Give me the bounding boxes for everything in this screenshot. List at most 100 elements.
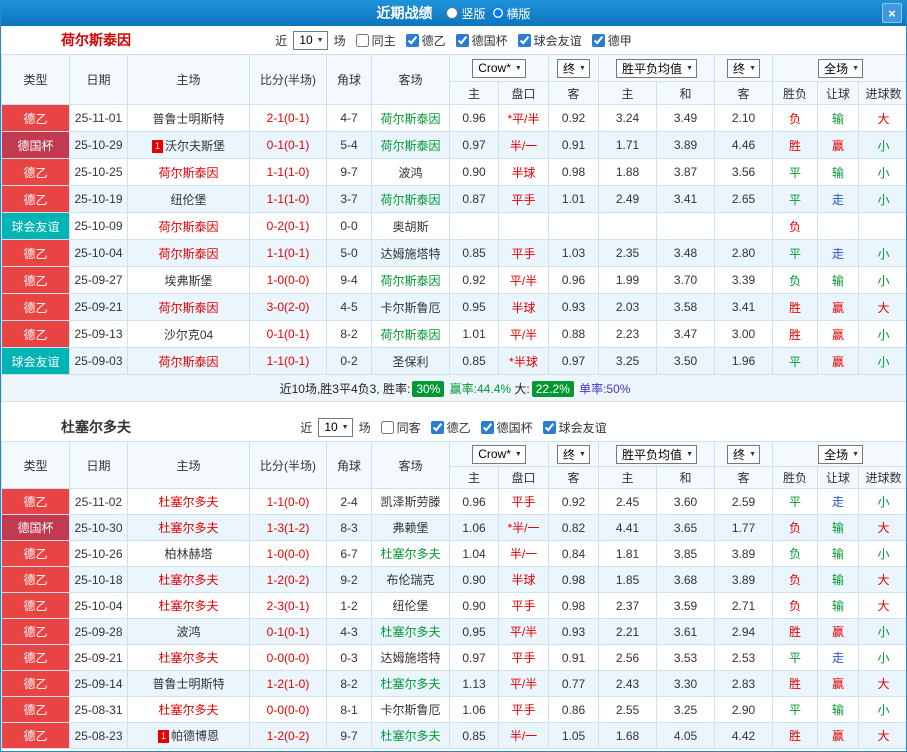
match-row[interactable]: 德乙 25-10-26 柏林赫塔 1-0(0-0) 6-7 杜塞尔多夫 1.04… (1, 540, 906, 567)
layout-radio-horizontal[interactable]: 横版 (491, 5, 531, 22)
away-team[interactable]: 奥胡斯 (371, 212, 450, 240)
filter-checkbox[interactable]: 德甲 (591, 32, 632, 49)
match-row[interactable]: 德乙 25-08-31 杜塞尔多夫 0-0(0-0) 8-1 卡尔斯鲁厄 1.0… (1, 696, 906, 723)
match-date: 25-10-18 (69, 566, 128, 593)
home-team[interactable]: 杜塞尔多夫 (127, 644, 250, 671)
away-team[interactable]: 圣保利 (371, 347, 450, 375)
filter-checkbox[interactable]: 球会友谊 (517, 32, 582, 49)
checkbox-input[interactable] (355, 33, 369, 47)
away-team[interactable]: 卡尔斯鲁厄 (371, 696, 450, 723)
away-team[interactable]: 达姆施塔特 (371, 644, 450, 671)
home-team[interactable]: 1 沃尔夫斯堡 (127, 131, 250, 159)
home-team[interactable]: 荷尔斯泰因 (127, 347, 250, 375)
checkbox-input[interactable] (455, 33, 469, 47)
away-team[interactable]: 荷尔斯泰因 (371, 104, 450, 132)
away-team[interactable]: 波鸿 (371, 158, 450, 186)
match-row[interactable]: 德乙 25-09-21 杜塞尔多夫 0-0(0-0) 0-3 达姆施塔特 0.9… (1, 644, 906, 671)
filter-checkbox[interactable]: 德乙 (430, 419, 471, 436)
match-row[interactable]: 德乙 25-10-04 荷尔斯泰因 1-1(0-1) 5-0 达姆施塔特 0.8… (1, 239, 906, 267)
away-team[interactable]: 杜塞尔多夫 (371, 540, 450, 567)
avg-odds-select[interactable]: 胜平负均值 ▼ (616, 58, 697, 78)
checkbox-input[interactable] (591, 33, 605, 47)
home-team[interactable]: 沙尔克04 (127, 320, 250, 348)
match-row[interactable]: 德乙 25-09-21 荷尔斯泰因 3-0(2-0) 4-5 卡尔斯鲁厄 0.9… (1, 293, 906, 321)
corner-score: 9-4 (326, 266, 372, 294)
match-row[interactable]: 球会友谊 25-09-03 荷尔斯泰因 1-1(0-1) 0-2 圣保利 0.8… (1, 347, 906, 375)
home-team[interactable]: 普鲁士明斯特 (127, 670, 250, 697)
match-count-select[interactable]: 10 ▼ (293, 30, 328, 50)
odds-away-value: 0.86 (548, 696, 600, 723)
avg-final-select[interactable]: 终 ▼ (727, 444, 760, 464)
away-team[interactable]: 纽伦堡 (371, 592, 450, 619)
away-team[interactable]: 荷尔斯泰因 (371, 266, 450, 294)
home-team[interactable]: 纽伦堡 (127, 185, 250, 213)
match-row[interactable]: 德乙 25-09-27 埃弗斯堡 1-0(0-0) 9-4 荷尔斯泰因 0.92… (1, 266, 906, 294)
match-row[interactable]: 德乙 25-11-01 普鲁士明斯特 2-1(0-1) 4-7 荷尔斯泰因 0.… (1, 104, 906, 132)
team-label: 荷尔斯泰因 (158, 165, 219, 180)
away-team[interactable]: 达姆施塔特 (371, 239, 450, 267)
filter-checkbox[interactable]: 同客 (380, 419, 421, 436)
match-row[interactable]: 德乙 25-10-19 纽伦堡 1-1(1-0) 3-7 荷尔斯泰因 0.87 … (1, 185, 906, 213)
match-row[interactable]: 德乙 25-09-13 沙尔克04 0-1(0-1) 8-2 荷尔斯泰因 1.0… (1, 320, 906, 348)
away-team[interactable]: 杜塞尔多夫 (371, 670, 450, 697)
home-team[interactable]: 杜塞尔多夫 (127, 592, 250, 619)
home-team[interactable]: 荷尔斯泰因 (127, 293, 250, 321)
avg-odds-select[interactable]: 胜平负均值 ▼ (616, 444, 697, 464)
match-row[interactable]: 球会友谊 25-10-09 荷尔斯泰因 0-2(0-1) 0-0 奥胡斯 负 (1, 212, 906, 240)
checkbox-input[interactable] (517, 33, 531, 47)
filter-checkbox[interactable]: 德国杯 (455, 32, 508, 49)
match-row[interactable]: 德乙 25-11-02 杜塞尔多夫 1-1(0-0) 2-4 凯泽斯劳滕 0.9… (1, 488, 906, 515)
away-team[interactable]: 杜塞尔多夫 (371, 722, 450, 749)
filter-checkbox[interactable]: 德乙 (405, 32, 446, 49)
checkbox-input[interactable] (380, 420, 394, 434)
odds-final-select[interactable]: 终 ▼ (557, 58, 590, 78)
home-team[interactable]: 柏林赫塔 (127, 540, 250, 567)
away-team[interactable]: 荷尔斯泰因 (371, 185, 450, 213)
away-team[interactable]: 凯泽斯劳滕 (371, 488, 450, 515)
checkbox-input[interactable] (542, 420, 556, 434)
horizontal-radio-input[interactable] (491, 7, 504, 19)
home-team[interactable]: 杜塞尔多夫 (127, 696, 250, 723)
away-team[interactable]: 布伦瑞克 (371, 566, 450, 593)
match-row[interactable]: 德国杯 25-10-29 1 沃尔夫斯堡 0-1(0-1) 5-4 荷尔斯泰因 0… (1, 131, 906, 159)
home-team[interactable]: 荷尔斯泰因 (127, 239, 250, 267)
filter-checkbox[interactable]: 同主 (355, 32, 396, 49)
home-team[interactable]: 荷尔斯泰因 (127, 212, 250, 240)
home-team[interactable]: 杜塞尔多夫 (127, 488, 250, 515)
odds-company-select[interactable]: Crow* ▼ (472, 58, 526, 78)
away-team[interactable]: 卡尔斯鲁厄 (371, 293, 450, 321)
avg-final-header: 终 ▼ (714, 441, 774, 467)
vertical-radio-input[interactable] (446, 7, 459, 19)
match-row[interactable]: 德乙 25-09-14 普鲁士明斯特 1-2(1-0) 8-2 杜塞尔多夫 1.… (1, 670, 906, 697)
match-row[interactable]: 德乙 25-10-04 杜塞尔多夫 2-3(0-1) 1-2 纽伦堡 0.90 … (1, 592, 906, 619)
checkbox-input[interactable] (430, 420, 444, 434)
match-row[interactable]: 德乙 25-10-25 荷尔斯泰因 1-1(1-0) 9-7 波鸿 0.90 半… (1, 158, 906, 186)
match-count-select[interactable]: 10 ▼ (318, 417, 353, 437)
away-team[interactable]: 杜塞尔多夫 (371, 618, 450, 645)
home-team[interactable]: 杜塞尔多夫 (127, 514, 250, 541)
match-row[interactable]: 德乙 25-09-28 波鸿 0-1(0-1) 4-3 杜塞尔多夫 0.95 平… (1, 618, 906, 645)
odds-company-select[interactable]: Crow* ▼ (472, 444, 526, 464)
fullmatch-select[interactable]: 全场 ▼ (818, 58, 864, 78)
avg-final-select[interactable]: 终 ▼ (727, 58, 760, 78)
home-team[interactable]: 杜塞尔多夫 (127, 566, 250, 593)
match-row[interactable]: 德国杯 25-10-30 杜塞尔多夫 1-3(1-2) 8-3 弗赖堡 1.06… (1, 514, 906, 541)
home-team[interactable]: 荷尔斯泰因 (127, 158, 250, 186)
home-team[interactable]: 1 帕德博恩 (127, 722, 250, 749)
away-team[interactable]: 荷尔斯泰因 (371, 320, 450, 348)
away-team[interactable]: 弗赖堡 (371, 514, 450, 541)
filter-checkbox[interactable]: 球会友谊 (542, 419, 607, 436)
layout-radio-vertical[interactable]: 竖版 (446, 5, 486, 22)
checkbox-input[interactable] (405, 33, 419, 47)
checkbox-input[interactable] (480, 420, 494, 434)
match-row[interactable]: 德乙 25-08-23 1 帕德博恩 1-2(0-2) 9-7 杜塞尔多夫 0.8… (1, 722, 906, 749)
odds-final-select[interactable]: 终 ▼ (557, 444, 590, 464)
match-row[interactable]: 德乙 25-10-18 杜塞尔多夫 1-2(0-2) 9-2 布伦瑞克 0.90… (1, 566, 906, 593)
home-team[interactable]: 埃弗斯堡 (127, 266, 250, 294)
home-team[interactable]: 波鸿 (127, 618, 250, 645)
home-team[interactable]: 普鲁士明斯特 (127, 104, 250, 132)
fullmatch-select[interactable]: 全场 ▼ (818, 444, 864, 464)
away-team[interactable]: 荷尔斯泰因 (371, 131, 450, 159)
close-button[interactable]: × (882, 3, 902, 23)
filter-checkbox[interactable]: 德国杯 (480, 419, 533, 436)
